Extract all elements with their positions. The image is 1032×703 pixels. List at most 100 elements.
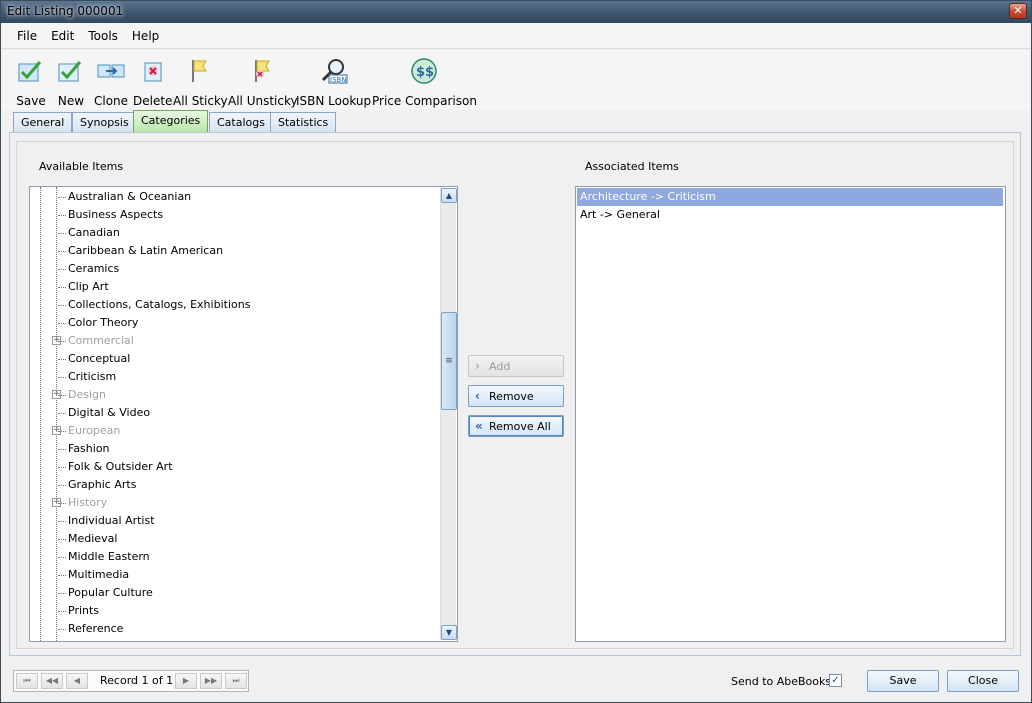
clone-tool-button[interactable]: Clone bbox=[94, 56, 128, 108]
all-sticky-tool-button[interactable]: All Sticky bbox=[173, 56, 228, 108]
tree-item[interactable]: Digital & Video bbox=[30, 404, 440, 422]
save-tool-button[interactable]: Save bbox=[16, 56, 46, 108]
first-record-button[interactable]: ⏮ bbox=[16, 673, 38, 689]
tree-branch-line bbox=[58, 557, 66, 558]
send-to-abebooks-checkbox[interactable]: ✓ bbox=[829, 674, 842, 687]
remove-button[interactable]: ‹ Remove bbox=[468, 385, 564, 407]
tree-branch-line bbox=[58, 413, 66, 414]
tree-item[interactable]: Individual Artist bbox=[30, 512, 440, 530]
isbn-lookup-tool-button[interactable]: ISBN ISBN Lookup bbox=[296, 56, 371, 108]
tree-item[interactable]: Prints bbox=[30, 602, 440, 620]
menu-tools[interactable]: Tools bbox=[81, 23, 125, 49]
svg-text:ISBN: ISBN bbox=[330, 76, 347, 84]
tree-item[interactable]: Criticism bbox=[30, 368, 440, 386]
tree-item-label: Collections, Catalogs, Exhibitions bbox=[68, 298, 251, 311]
tree-item[interactable]: Middle Eastern bbox=[30, 548, 440, 566]
remove-all-button[interactable]: «Remove All bbox=[468, 415, 564, 437]
tree-branch-line bbox=[58, 467, 66, 468]
save-button[interactable]: Save bbox=[867, 670, 939, 692]
last-record-button[interactable]: ⏭ bbox=[225, 673, 247, 689]
tree-item[interactable]: Collections, Catalogs, Exhibitions bbox=[30, 296, 440, 314]
tree-branch-line bbox=[58, 503, 66, 504]
tree-item[interactable]: Reference bbox=[30, 620, 440, 638]
available-items-tree[interactable]: Australian & Oceanian Business Aspects Can… bbox=[29, 186, 458, 642]
window-close-button[interactable]: ✕ bbox=[1009, 3, 1027, 19]
tree-item[interactable]: + Commercial bbox=[30, 332, 440, 350]
associated-items-list[interactable]: Architecture -> Criticism Art -> General bbox=[575, 186, 1006, 642]
categories-panel: Available Items Associated Items Austral… bbox=[16, 141, 1014, 649]
tab-synopsis[interactable]: Synopsis bbox=[72, 112, 137, 132]
all-unsticky-tool-button[interactable]: All Unsticky bbox=[228, 56, 298, 108]
price-comparison-tool-button[interactable]: $$ Price Comparison bbox=[372, 56, 477, 108]
available-scrollbar[interactable]: ▲ ≡ ▼ bbox=[440, 188, 457, 640]
tree-item[interactable]: Conceptual bbox=[30, 350, 440, 368]
close-button[interactable]: Close bbox=[947, 670, 1019, 692]
double-chevron-left-icon: « bbox=[475, 419, 483, 433]
next-page-button[interactable]: ▶▶ bbox=[200, 673, 222, 689]
tree-item[interactable]: + European bbox=[30, 422, 440, 440]
new-tool-button[interactable]: New bbox=[56, 56, 86, 108]
tree-item-label: Middle Eastern bbox=[68, 550, 150, 563]
tree-branch-line bbox=[58, 575, 66, 576]
tree-item[interactable]: Canadian bbox=[30, 224, 440, 242]
menu-file[interactable]: File bbox=[10, 23, 44, 49]
tree-item-label: Caribbean & Latin American bbox=[68, 244, 224, 257]
sticky-flag-icon bbox=[192, 60, 208, 82]
menu-edit[interactable]: Edit bbox=[44, 23, 81, 49]
edit-listing-window: Edit Listing 000001 ✕ File Edit Tools Help … bbox=[0, 0, 1032, 703]
tree-item[interactable]: Ceramics bbox=[30, 260, 440, 278]
save-check-icon bbox=[18, 61, 42, 82]
tree-item-label: Prints bbox=[68, 604, 100, 617]
record-indicator: Record 1 of 1 bbox=[100, 674, 174, 687]
record-navigator: ⏮ ◀◀ ◀ Record 1 of 1 ▶ ▶▶ ⏭ bbox=[13, 670, 249, 692]
tree-item[interactable]: Australian & Oceanian bbox=[30, 188, 440, 206]
tab-categories[interactable]: Categories bbox=[133, 110, 209, 132]
scroll-down-button[interactable]: ▼ bbox=[441, 625, 457, 640]
tree-item[interactable]: Color Theory bbox=[30, 314, 440, 332]
add-button[interactable]: › Add bbox=[468, 355, 564, 377]
prev-record-button[interactable]: ◀ bbox=[66, 673, 88, 689]
scroll-thumb[interactable]: ≡ bbox=[441, 312, 457, 410]
tab-catalogs[interactable]: Catalogs bbox=[209, 112, 273, 132]
tree-item-label: Digital & Video bbox=[68, 406, 151, 419]
tree-item[interactable]: Fashion bbox=[30, 440, 440, 458]
delete-tool-button[interactable]: Delete bbox=[133, 56, 172, 108]
tree-branch-line bbox=[58, 251, 66, 252]
tree-item-label: Australian & Oceanian bbox=[68, 190, 192, 203]
associated-item[interactable]: Architecture -> Criticism bbox=[577, 188, 1003, 206]
delete-icon bbox=[144, 62, 162, 82]
scroll-up-button[interactable]: ▲ bbox=[441, 188, 457, 203]
tree-item-label: Folk & Outsider Art bbox=[68, 460, 173, 473]
tree-item-label: Fashion bbox=[68, 442, 110, 455]
tree-item-label: Conceptual bbox=[68, 352, 131, 365]
tab-general[interactable]: General bbox=[13, 112, 73, 132]
tree-item[interactable]: Folk & Outsider Art bbox=[30, 458, 440, 476]
tree-branch-line bbox=[58, 485, 66, 486]
tree-item[interactable]: Medieval bbox=[30, 530, 440, 548]
tree-item[interactable]: Caribbean & Latin American bbox=[30, 242, 440, 260]
tree-item-label: Popular Culture bbox=[68, 586, 153, 599]
tab-statistics[interactable]: Statistics bbox=[270, 112, 337, 132]
tree-item-label: Criticism bbox=[68, 370, 117, 383]
title-bar[interactable]: Edit Listing 000001 ✕ bbox=[1, 1, 1031, 23]
menu-help[interactable]: Help bbox=[125, 23, 166, 49]
tree-branch-line bbox=[58, 323, 66, 324]
associated-item[interactable]: Art -> General bbox=[577, 206, 1003, 224]
tree-branch-line bbox=[58, 341, 66, 342]
tree-branch-line bbox=[58, 449, 66, 450]
tree-item[interactable]: Graphic Arts bbox=[30, 476, 440, 494]
tree-item-label: Canadian bbox=[68, 226, 120, 239]
next-record-button[interactable]: ▶ bbox=[175, 673, 197, 689]
tree-item[interactable]: Clip Art bbox=[30, 278, 440, 296]
tree-item[interactable]: Business Aspects bbox=[30, 206, 440, 224]
tree-item[interactable]: Popular Culture bbox=[30, 584, 440, 602]
tree-item-label: Commercial bbox=[68, 334, 134, 347]
tree-item[interactable]: Multimedia bbox=[30, 566, 440, 584]
prev-page-button[interactable]: ◀◀ bbox=[41, 673, 63, 689]
tree-item[interactable]: + Design bbox=[30, 386, 440, 404]
menu-bar: File Edit Tools Help bbox=[2, 23, 1030, 49]
toolbar: Save New Clone Delete All Sticky All Uns… bbox=[2, 50, 1030, 110]
tree-item[interactable]: + History bbox=[30, 494, 440, 512]
tree-branch-line bbox=[58, 521, 66, 522]
tree-branch-line bbox=[58, 359, 66, 360]
